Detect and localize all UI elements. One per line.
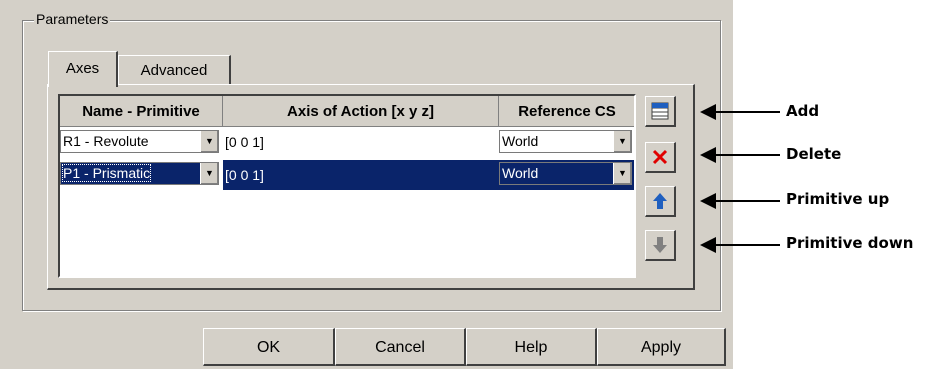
primitive-value: R1 - Revolute [63, 133, 149, 149]
tab-axes[interactable]: Axes [48, 51, 118, 87]
annotation-arrow-line [712, 111, 780, 113]
column-header-primitive[interactable]: Name - Primitive [60, 96, 223, 127]
annotation-label-primitive-up: Primitive up [786, 190, 890, 208]
annotation-label-primitive-down: Primitive down [786, 234, 914, 252]
parameters-legend: Parameters [34, 11, 111, 27]
annotation-label-add: Add [786, 102, 820, 120]
chevron-down-icon[interactable]: ▼ [200, 163, 218, 184]
reference-select[interactable]: World ▼ [499, 162, 632, 185]
primitive-select[interactable]: R1 - Revolute ▼ [60, 130, 219, 153]
table-row[interactable]: R1 - Revolute ▼ [0 0 1] World ▼ [60, 128, 634, 158]
axis-cell[interactable]: [0 0 1] [223, 160, 499, 190]
primitive-down-button[interactable] [645, 230, 676, 261]
column-header-reference[interactable]: Reference CS [499, 96, 634, 127]
reference-value: World [502, 133, 539, 149]
add-button[interactable] [645, 96, 676, 127]
arrow-down-icon [653, 237, 667, 253]
annotation-arrow-line [712, 200, 780, 202]
column-header-axis[interactable]: Axis of Action [x y z] [223, 96, 499, 127]
cancel-button[interactable]: Cancel [335, 328, 466, 366]
reference-value: World [502, 165, 539, 181]
parameters-dialog: Parameters Axes Advanced Name - Primitiv… [0, 0, 733, 369]
primitive-value: P1 - Prismatic [61, 164, 152, 182]
delete-icon [652, 149, 668, 165]
chevron-down-icon[interactable]: ▼ [200, 131, 218, 152]
apply-button[interactable]: Apply [597, 328, 726, 366]
tab-advanced[interactable]: Advanced [118, 55, 231, 84]
add-row-icon [651, 102, 669, 120]
axis-cell[interactable]: [0 0 1] [225, 128, 497, 156]
annotation-arrow-line [712, 244, 780, 246]
reference-select[interactable]: World ▼ [499, 130, 632, 153]
primitive-select[interactable]: P1 - Prismatic ▼ [60, 162, 219, 185]
chevron-down-icon[interactable]: ▼ [613, 131, 631, 152]
primitive-up-button[interactable] [645, 186, 676, 217]
annotation-label-delete: Delete [786, 145, 842, 163]
ok-button[interactable]: OK [203, 328, 335, 366]
chevron-down-icon[interactable]: ▼ [613, 163, 631, 184]
table-row[interactable]: P1 - Prismatic ▼ [0 0 1] World ▼ [60, 160, 634, 190]
annotation-arrow-line [712, 154, 780, 156]
primitives-table: Name - Primitive Axis of Action [x y z] … [58, 94, 636, 278]
arrow-up-icon [653, 193, 667, 209]
delete-button[interactable] [645, 142, 676, 173]
help-button[interactable]: Help [466, 328, 597, 366]
